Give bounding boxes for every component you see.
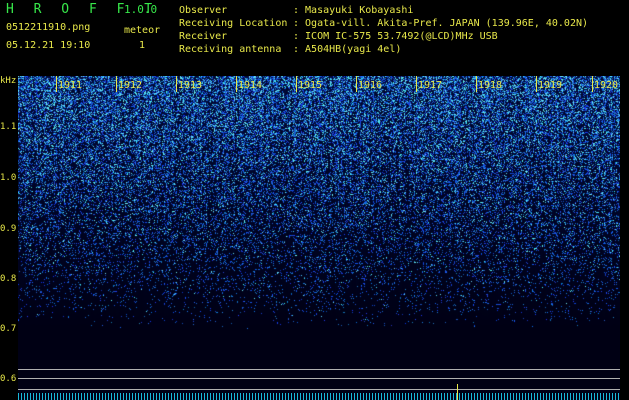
time-tick bbox=[476, 76, 477, 92]
freq-tick-label: 0.6 bbox=[0, 374, 17, 384]
spectrogram-view[interactable] bbox=[18, 76, 620, 400]
time-tick bbox=[296, 76, 297, 92]
reference-line bbox=[18, 378, 620, 379]
time-tick-label: 1912 bbox=[118, 80, 143, 91]
spectrogram-canvas bbox=[18, 76, 620, 400]
meteor-marker bbox=[457, 384, 458, 400]
datetime: 05.12.21 19:10 bbox=[6, 40, 91, 51]
time-tick-label: 1913 bbox=[178, 80, 203, 91]
freq-tick-label: 0.7 bbox=[0, 324, 17, 334]
reference-line bbox=[18, 369, 620, 370]
time-tick bbox=[56, 76, 57, 92]
time-tick-label: 1915 bbox=[298, 80, 323, 91]
info-observer: Observer: Masayuki Kobayashi bbox=[179, 5, 414, 16]
time-tick bbox=[236, 76, 237, 92]
reference-line bbox=[18, 389, 620, 390]
meteor-label: meteor bbox=[124, 25, 161, 36]
frequency-unit: kHz bbox=[0, 76, 17, 86]
info-location: Receiving Location: Ogata-vill. Akita-Pr… bbox=[179, 18, 589, 29]
time-tick-label: 1911 bbox=[58, 80, 83, 91]
freq-tick-label: 0.8 bbox=[0, 274, 17, 284]
app-version: 1.0.0 bbox=[124, 3, 158, 16]
freq-tick-label: 1.1 bbox=[0, 122, 17, 132]
time-tick-label: 1914 bbox=[238, 80, 263, 91]
file-name: 0512211910.png bbox=[6, 22, 91, 33]
info-antenna: Receiving antenna: A504HB(yagi 4el) bbox=[179, 44, 402, 55]
time-tick bbox=[356, 76, 357, 92]
time-tick-label: 1916 bbox=[358, 80, 383, 91]
time-tick bbox=[416, 76, 417, 92]
time-tick bbox=[176, 76, 177, 92]
freq-tick-label: 1.0 bbox=[0, 173, 17, 183]
signal-trace bbox=[18, 393, 620, 400]
time-tick-label: 1920 bbox=[594, 80, 619, 91]
info-receiver: Receiver: ICOM IC-575 53.7492(@LCD)MHz U… bbox=[179, 31, 498, 42]
time-tick bbox=[116, 76, 117, 92]
freq-tick-label: 0.9 bbox=[0, 224, 17, 234]
time-tick-label: 1917 bbox=[418, 80, 443, 91]
time-tick bbox=[536, 76, 537, 92]
time-tick-label: 1918 bbox=[478, 80, 503, 91]
time-tick bbox=[592, 76, 593, 92]
time-tick-label: 1919 bbox=[538, 80, 563, 91]
frequency-axis: kHz 1.1 1.0 0.9 0.8 0.7 0.6 bbox=[0, 76, 18, 400]
meteor-count: 1 bbox=[139, 40, 146, 51]
station-info: Observer: Masayuki Kobayashi Receiving L… bbox=[179, 4, 588, 56]
header-panel: H R O F F T 1.0.0 0512211910.png meteor … bbox=[0, 0, 629, 76]
